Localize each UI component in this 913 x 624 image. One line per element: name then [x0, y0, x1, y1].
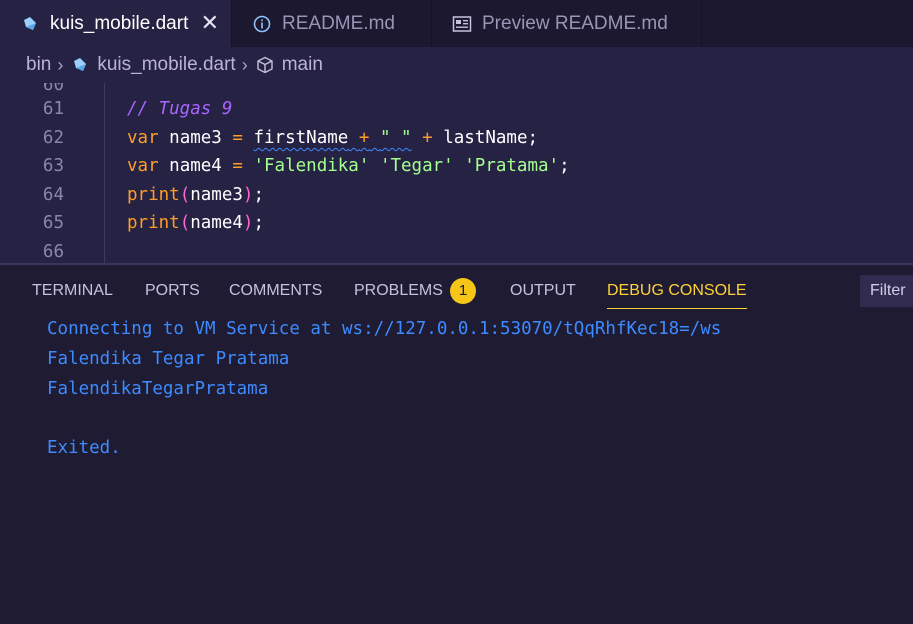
- breadcrumb: bin › kuis_mobile.dart › main: [0, 47, 913, 83]
- code-line: 64 print(name3);: [0, 181, 913, 209]
- cube-icon: [256, 56, 274, 74]
- identifier: name3: [190, 185, 243, 205]
- tab-problems[interactable]: PROBLEMS: [354, 265, 443, 313]
- identifier: name4: [169, 156, 222, 176]
- paren: ): [242, 213, 254, 233]
- info-icon: [252, 14, 272, 34]
- tab-kuis-mobile-dart[interactable]: kuis_mobile.dart ✕: [0, 0, 232, 47]
- line-number: 65: [42, 213, 64, 233]
- line-number: 64: [42, 185, 64, 205]
- paren: (: [179, 213, 191, 233]
- chevron-right-icon: ›: [241, 54, 248, 75]
- chevron-right-icon: ›: [57, 54, 64, 75]
- code-line: 63 var name4 = 'Falendika' 'Tegar' 'Prat…: [0, 152, 913, 180]
- tab-label: Preview README.md: [482, 12, 668, 34]
- operator: +: [422, 128, 433, 148]
- identifier: name4: [190, 213, 243, 233]
- editor-tab-bar: kuis_mobile.dart ✕ README.md Preview REA…: [0, 0, 913, 47]
- line-number: 66: [42, 242, 64, 262]
- identifier: name3: [169, 128, 222, 148]
- dart-icon: [20, 14, 40, 34]
- tab-ports[interactable]: PORTS: [145, 265, 200, 313]
- console-line: Falendika Tegar Pratama: [47, 349, 290, 369]
- code-line: 61 // Tugas 9: [0, 95, 913, 123]
- identifier-warning: firstName: [253, 128, 349, 148]
- operator: =: [232, 128, 243, 148]
- dart-icon: [71, 56, 89, 74]
- tab-output[interactable]: OUTPUT: [510, 265, 576, 313]
- keyword: var: [127, 128, 159, 148]
- tab-label: README.md: [282, 12, 395, 34]
- tab-comments[interactable]: COMMENTS: [229, 265, 322, 313]
- keyword: var: [127, 156, 159, 176]
- string-literal: 'Tegar': [379, 156, 454, 176]
- function-call: print: [127, 213, 180, 233]
- string-literal: " ": [379, 128, 412, 148]
- string-literal: 'Pratama': [464, 156, 560, 176]
- line-number: 63: [42, 156, 64, 176]
- paren: (: [179, 185, 191, 205]
- problems-count-badge: 1: [450, 278, 476, 304]
- semicolon: ;: [527, 128, 539, 148]
- tab-readme-md[interactable]: README.md: [232, 0, 432, 47]
- console-line: FalendikaTegarPratama: [47, 379, 269, 399]
- code-line: 66: [0, 238, 913, 263]
- console-line: Exited.: [47, 438, 121, 458]
- breadcrumb-folder[interactable]: bin: [26, 54, 51, 76]
- line-number: 62: [42, 128, 64, 148]
- close-icon[interactable]: ✕: [201, 12, 219, 34]
- tab-debug-console[interactable]: DEBUG CONSOLE: [607, 265, 747, 313]
- operator: =: [232, 156, 243, 176]
- code-comment: // Tugas 9: [127, 99, 233, 119]
- tab-label: kuis_mobile.dart: [50, 12, 189, 34]
- semicolon: ;: [253, 213, 265, 233]
- panel-tab-bar: TERMINAL PORTS COMMENTS PROBLEMS 1 OUTPU…: [0, 265, 913, 313]
- line-number: 61: [42, 99, 64, 119]
- tab-label: DEBUG CONSOLE: [607, 282, 747, 299]
- breadcrumb-file[interactable]: kuis_mobile.dart: [97, 54, 235, 76]
- preview-icon: [452, 14, 472, 34]
- console-line: Connecting to VM Service at ws://127.0.0…: [47, 319, 722, 339]
- code-editor[interactable]: 60 61 // Tugas 9 62 var name3 = firstNam…: [0, 83, 913, 263]
- operator: +: [358, 128, 370, 148]
- active-tab-underline: [607, 308, 747, 309]
- string-literal: 'Falendika': [253, 156, 370, 176]
- filter-input[interactable]: Filter: [860, 275, 913, 307]
- vscode-window: kuis_mobile.dart ✕ README.md Preview REA…: [0, 0, 913, 624]
- tab-preview-readme[interactable]: Preview README.md: [432, 0, 702, 47]
- code-line: 62 var name3 = firstName + " " + lastNam…: [0, 124, 913, 152]
- breadcrumb-symbol[interactable]: main: [282, 54, 323, 76]
- paren: ): [242, 185, 254, 205]
- tab-terminal[interactable]: TERMINAL: [32, 265, 113, 313]
- semicolon: ;: [253, 185, 265, 205]
- debug-console-output: Connecting to VM Service at ws://127.0.0…: [0, 313, 913, 624]
- semicolon: ;: [559, 156, 570, 176]
- code-line: 65 print(name4);: [0, 209, 913, 237]
- function-call: print: [127, 185, 180, 205]
- identifier: lastName: [443, 128, 528, 148]
